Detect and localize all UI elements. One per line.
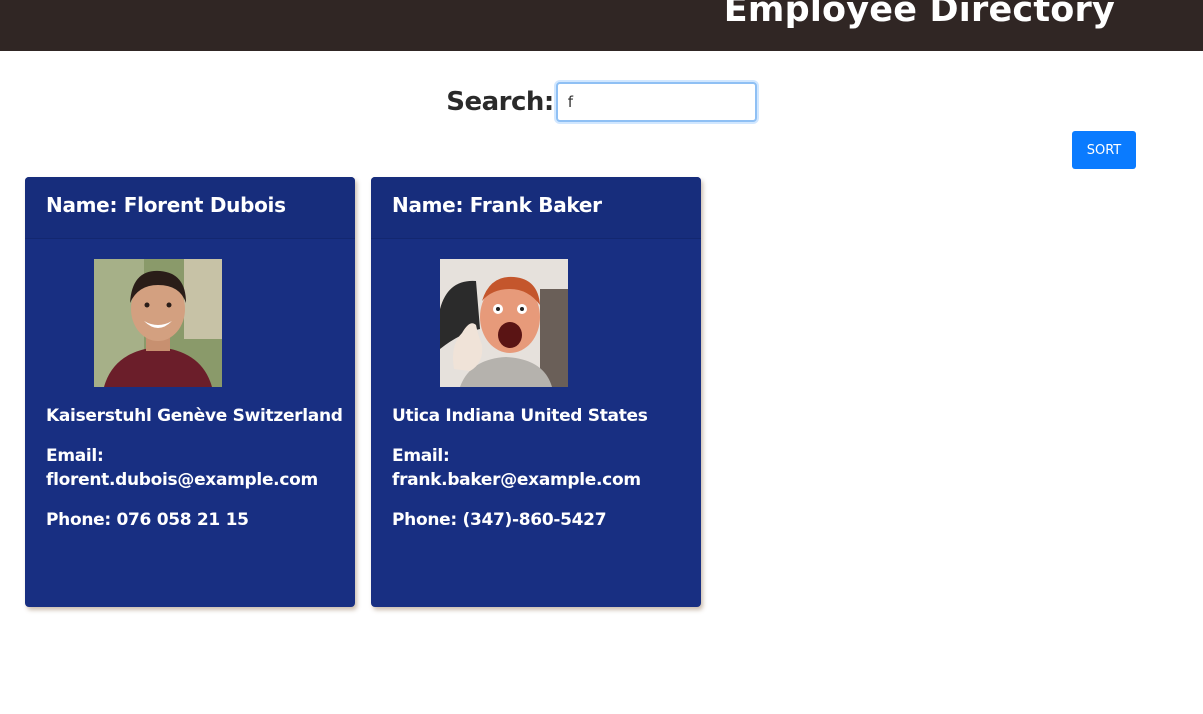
employee-name: Name: Frank Baker: [392, 193, 602, 217]
sort-button[interactable]: SORT: [1072, 131, 1136, 169]
card-header: Name: Florent Dubois: [25, 177, 355, 239]
email-value: frank.baker@example.com: [392, 470, 641, 490]
search-bar: Search:: [0, 82, 1203, 122]
employee-phone: Phone: (347)-860-5427: [392, 510, 607, 530]
search-input[interactable]: [555, 82, 757, 122]
employee-phone: Phone: 076 058 21 15: [46, 510, 249, 530]
search-label: Search:: [446, 87, 554, 117]
card-header: Name: Frank Baker: [371, 177, 701, 239]
email-value: florent.dubois@example.com: [46, 470, 318, 490]
email-label: Email:: [46, 446, 104, 466]
employee-email: Email: florent.dubois@example.com: [46, 444, 345, 492]
employee-card: Name: Frank Baker Utica Indiana United S…: [371, 177, 701, 607]
email-label: Email:: [392, 446, 450, 466]
employee-email: Email: frank.baker@example.com: [392, 444, 691, 492]
employee-location: Utica Indiana United States: [392, 406, 648, 426]
app-header: Employee Directory: [0, 0, 1203, 51]
employee-photo: [94, 259, 222, 387]
employee-photo: [440, 259, 568, 387]
employee-name: Name: Florent Dubois: [46, 193, 286, 217]
page-title: Employee Directory: [723, 0, 1115, 30]
employee-card: Name: Florent Dubois Kaiserstuhl Genève …: [25, 177, 355, 607]
employee-location: Kaiserstuhl Genève Switzerland: [46, 406, 343, 426]
